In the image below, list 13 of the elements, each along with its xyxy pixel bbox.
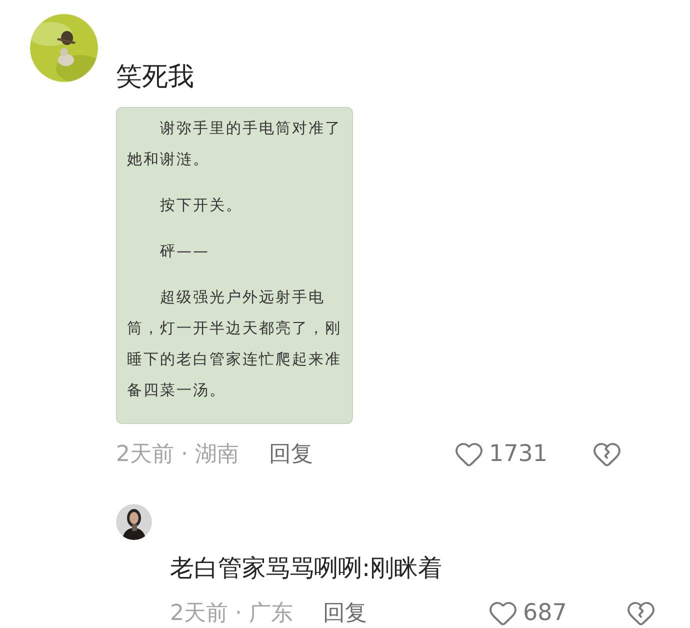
- story-paragraph: 超级强光户外远射手电筒，灯一开半边天都亮了，刚睡下的老白管家连忙爬起来准备四菜一汤。: [127, 287, 342, 401]
- like-count: 687: [523, 598, 568, 628]
- like-count: 1731: [489, 440, 549, 469]
- comment-text: 笑死我: [116, 61, 195, 94]
- time-location: 2天前 · 湖南: [116, 440, 239, 468]
- attached-image[interactable]: 谢弥手里的手电筒对准了她和谢涟。 按下开关。 砰—— 超级强光户外远射手电筒，灯一开半边天都亮了，刚睡下的老白管家连忙爬起来准备四菜一汤。: [116, 107, 353, 424]
- reply-link[interactable]: 回复: [268, 438, 313, 470]
- time-location: 2天前 · 广东: [170, 600, 293, 628]
- story-paragraph: 谢弥手里的手电筒对准了她和谢涟。: [127, 118, 342, 170]
- story-paragraph: 砰——: [159, 241, 210, 262]
- reply-link[interactable]: 回复: [322, 596, 367, 628]
- reply-text: 老白管家骂骂咧咧:刚眯着: [170, 553, 444, 584]
- story-paragraph: 按下开关。: [159, 195, 244, 216]
